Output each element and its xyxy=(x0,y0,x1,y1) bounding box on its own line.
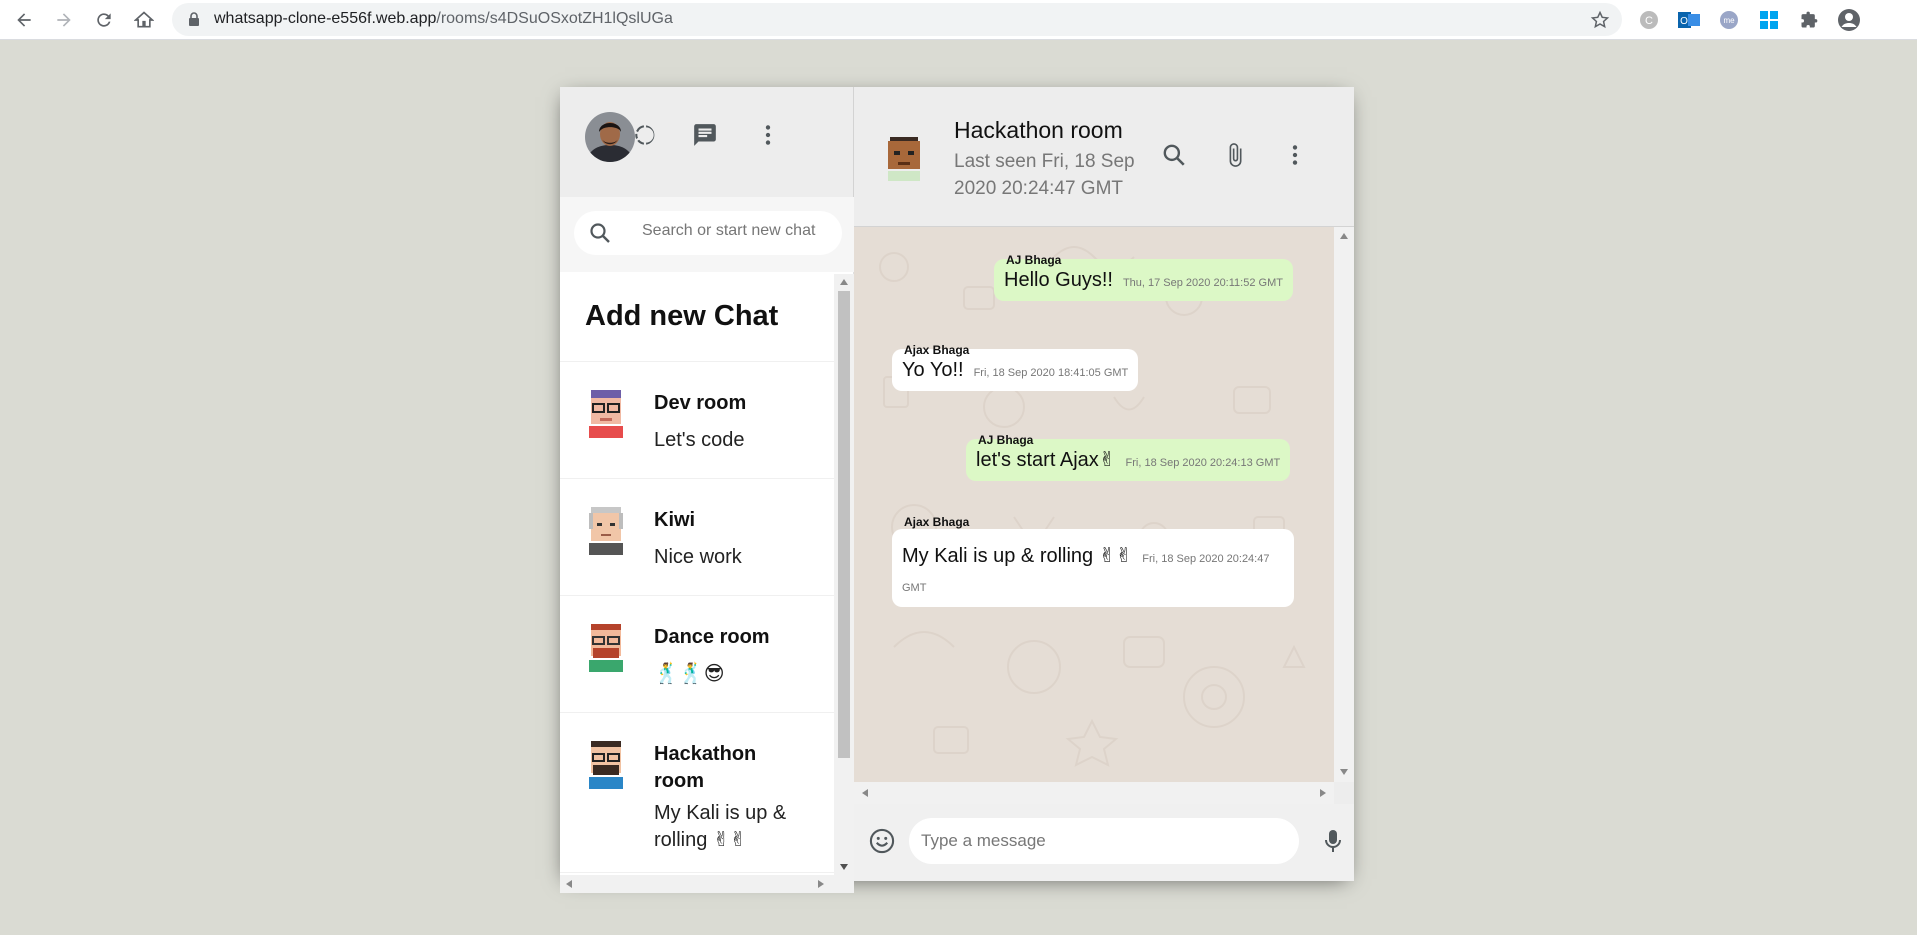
chat-panel: Hackathon room Last seen Fri, 18 Sep 202… xyxy=(854,87,1354,881)
chat-body-scrollbar[interactable] xyxy=(1334,227,1354,782)
browser-toolbar: whatsapp-clone-e556f.web.app/rooms/s4DSu… xyxy=(0,0,1917,40)
menu-more-vert-icon[interactable] xyxy=(752,119,784,151)
chat-name: Dev room xyxy=(654,392,747,414)
lock-icon xyxy=(188,12,200,31)
message-timestamp: Fri, 18 Sep 2020 18:41:05 GMT xyxy=(973,367,1129,379)
message-bubble: AJ Bhaga let's start Ajax✌ Fri, 18 Sep 20… xyxy=(966,433,1291,481)
search-input[interactable] xyxy=(642,222,838,240)
scrollbar-thumb[interactable] xyxy=(838,291,850,758)
url-path: /rooms/s4DSuOSxotZH1lQslUGa xyxy=(436,10,673,27)
add-new-chat-button[interactable]: Add new Chat xyxy=(560,272,834,362)
back-arrow-icon[interactable] xyxy=(10,6,38,34)
grammarly-extension-icon[interactable]: C xyxy=(1637,8,1661,32)
menu-more-vert-icon[interactable] xyxy=(1279,139,1311,171)
url-text: whatsapp-clone-e556f.web.app/rooms/s4DSu… xyxy=(214,10,673,28)
chat-name: Kiwi xyxy=(654,509,696,531)
chat-body-horizontal-scrollbar[interactable] xyxy=(854,782,1334,804)
scroll-left-arrow-icon[interactable] xyxy=(862,789,868,797)
bookmark-star-icon[interactable] xyxy=(1590,10,1610,35)
avatar[interactable] xyxy=(585,112,635,162)
new-chat-icon[interactable] xyxy=(689,119,721,151)
message-sender: AJ Bhaga xyxy=(978,433,1034,447)
chat-last-message: Let's code xyxy=(654,429,745,451)
status-icon[interactable] xyxy=(629,119,661,151)
message-timestamp: Fri, 18 Sep 2020 20:24:13 GMT xyxy=(1125,457,1281,469)
reload-icon[interactable] xyxy=(90,6,118,34)
avatar xyxy=(585,505,627,555)
sidebar-header xyxy=(560,87,854,197)
url-host: whatsapp-clone-e556f.web.app xyxy=(214,10,437,27)
chat-header: Hackathon room Last seen Fri, 18 Sep 202… xyxy=(854,87,1354,227)
message-composer xyxy=(854,804,1354,881)
chat-list-horizontal-scrollbar[interactable] xyxy=(560,875,854,893)
message-timestamp: Thu, 17 Sep 2020 20:11:52 GMT xyxy=(1122,277,1283,289)
whatsapp-app: Add new Chat Dev room Let's code xyxy=(560,87,1354,893)
search-container xyxy=(574,211,842,255)
chat-last-message: My Kali is up & rolling ✌✌ xyxy=(654,802,787,851)
svg-text:me: me xyxy=(1723,16,1735,25)
sidebar: Add new Chat Dev room Let's code xyxy=(560,87,854,893)
scroll-up-arrow-icon[interactable] xyxy=(1340,233,1348,239)
add-new-chat-label: Add new Chat xyxy=(585,300,779,332)
chat-title: Hackathon room xyxy=(954,117,1123,143)
sidebar-chat-kiwi[interactable]: Kiwi Nice work xyxy=(560,479,834,596)
scroll-left-arrow-icon[interactable] xyxy=(566,880,572,888)
outlook-extension-icon[interactable]: O xyxy=(1677,8,1701,32)
scroll-right-arrow-icon[interactable] xyxy=(1320,789,1326,797)
message-input-container xyxy=(909,818,1299,864)
scroll-right-arrow-icon[interactable] xyxy=(818,880,824,888)
me-extension-icon[interactable]: me xyxy=(1717,8,1741,32)
message-sender: Ajax Bhaga xyxy=(904,515,970,529)
chat-list: Add new Chat Dev room Let's code Kiwi Ni… xyxy=(560,272,834,875)
emoji-icon[interactable] xyxy=(868,827,896,860)
avatar xyxy=(585,388,627,438)
microphone-icon[interactable] xyxy=(1321,827,1345,860)
avatar xyxy=(585,739,627,789)
sidebar-search xyxy=(560,197,854,272)
chat-last-message: Nice work xyxy=(654,546,742,568)
attach-file-icon[interactable] xyxy=(1219,139,1251,171)
chat-name: Hackathon room xyxy=(654,743,757,792)
chat-list-scrollbar[interactable] xyxy=(834,274,854,878)
message-sender: AJ Bhaga xyxy=(1006,253,1062,267)
chat-body: AJ Bhaga Hello Guys!! Thu, 17 Sep 2020 20… xyxy=(854,227,1334,782)
avatar[interactable] xyxy=(882,135,926,181)
sidebar-chat-dance-room[interactable]: Dance room 🕺🕺😎 xyxy=(560,596,834,713)
message-bubble: Ajax Bhaga My Kali is up & rolling ✌✌ Fri… xyxy=(892,515,1294,607)
doodle-background xyxy=(879,246,1306,767)
message-bubble: AJ Bhaga Hello Guys!! Thu, 17 Sep 2020 20… xyxy=(994,253,1293,301)
message-text: My Kali is up & rolling ✌✌ xyxy=(902,545,1133,567)
message-bubble: Ajax Bhaga Yo Yo!! Fri, 18 Sep 2020 18:41… xyxy=(892,343,1139,391)
chat-last-message: 🕺🕺😎 xyxy=(654,663,725,685)
forward-arrow-icon[interactable] xyxy=(50,6,78,34)
svg-text:O: O xyxy=(1680,16,1688,27)
svg-text:C: C xyxy=(1645,15,1653,27)
search-icon[interactable] xyxy=(1158,139,1190,171)
last-seen-text: Last seen Fri, 18 Sep 2020 20:24:47 GMT xyxy=(954,151,1135,199)
search-icon xyxy=(588,221,612,250)
sidebar-chat-dev-room[interactable]: Dev room Let's code xyxy=(560,362,834,479)
message-input[interactable] xyxy=(921,831,1281,851)
windows-extension-icon[interactable] xyxy=(1757,8,1781,32)
home-icon[interactable] xyxy=(130,6,158,34)
scroll-down-arrow-icon[interactable] xyxy=(1340,769,1348,775)
extensions-puzzle-icon[interactable] xyxy=(1797,8,1821,32)
avatar xyxy=(585,622,627,672)
profile-account-icon[interactable] xyxy=(1837,8,1861,32)
scroll-down-arrow-icon[interactable] xyxy=(840,864,848,870)
chat-name: Dance room xyxy=(654,626,770,648)
sidebar-chat-hackathon-room[interactable]: Hackathon room My Kali is up & rolling ✌… xyxy=(560,713,834,873)
address-bar[interactable]: whatsapp-clone-e556f.web.app/rooms/s4DSu… xyxy=(172,3,1622,36)
message-sender: Ajax Bhaga xyxy=(904,343,970,357)
scroll-up-arrow-icon[interactable] xyxy=(840,279,848,285)
